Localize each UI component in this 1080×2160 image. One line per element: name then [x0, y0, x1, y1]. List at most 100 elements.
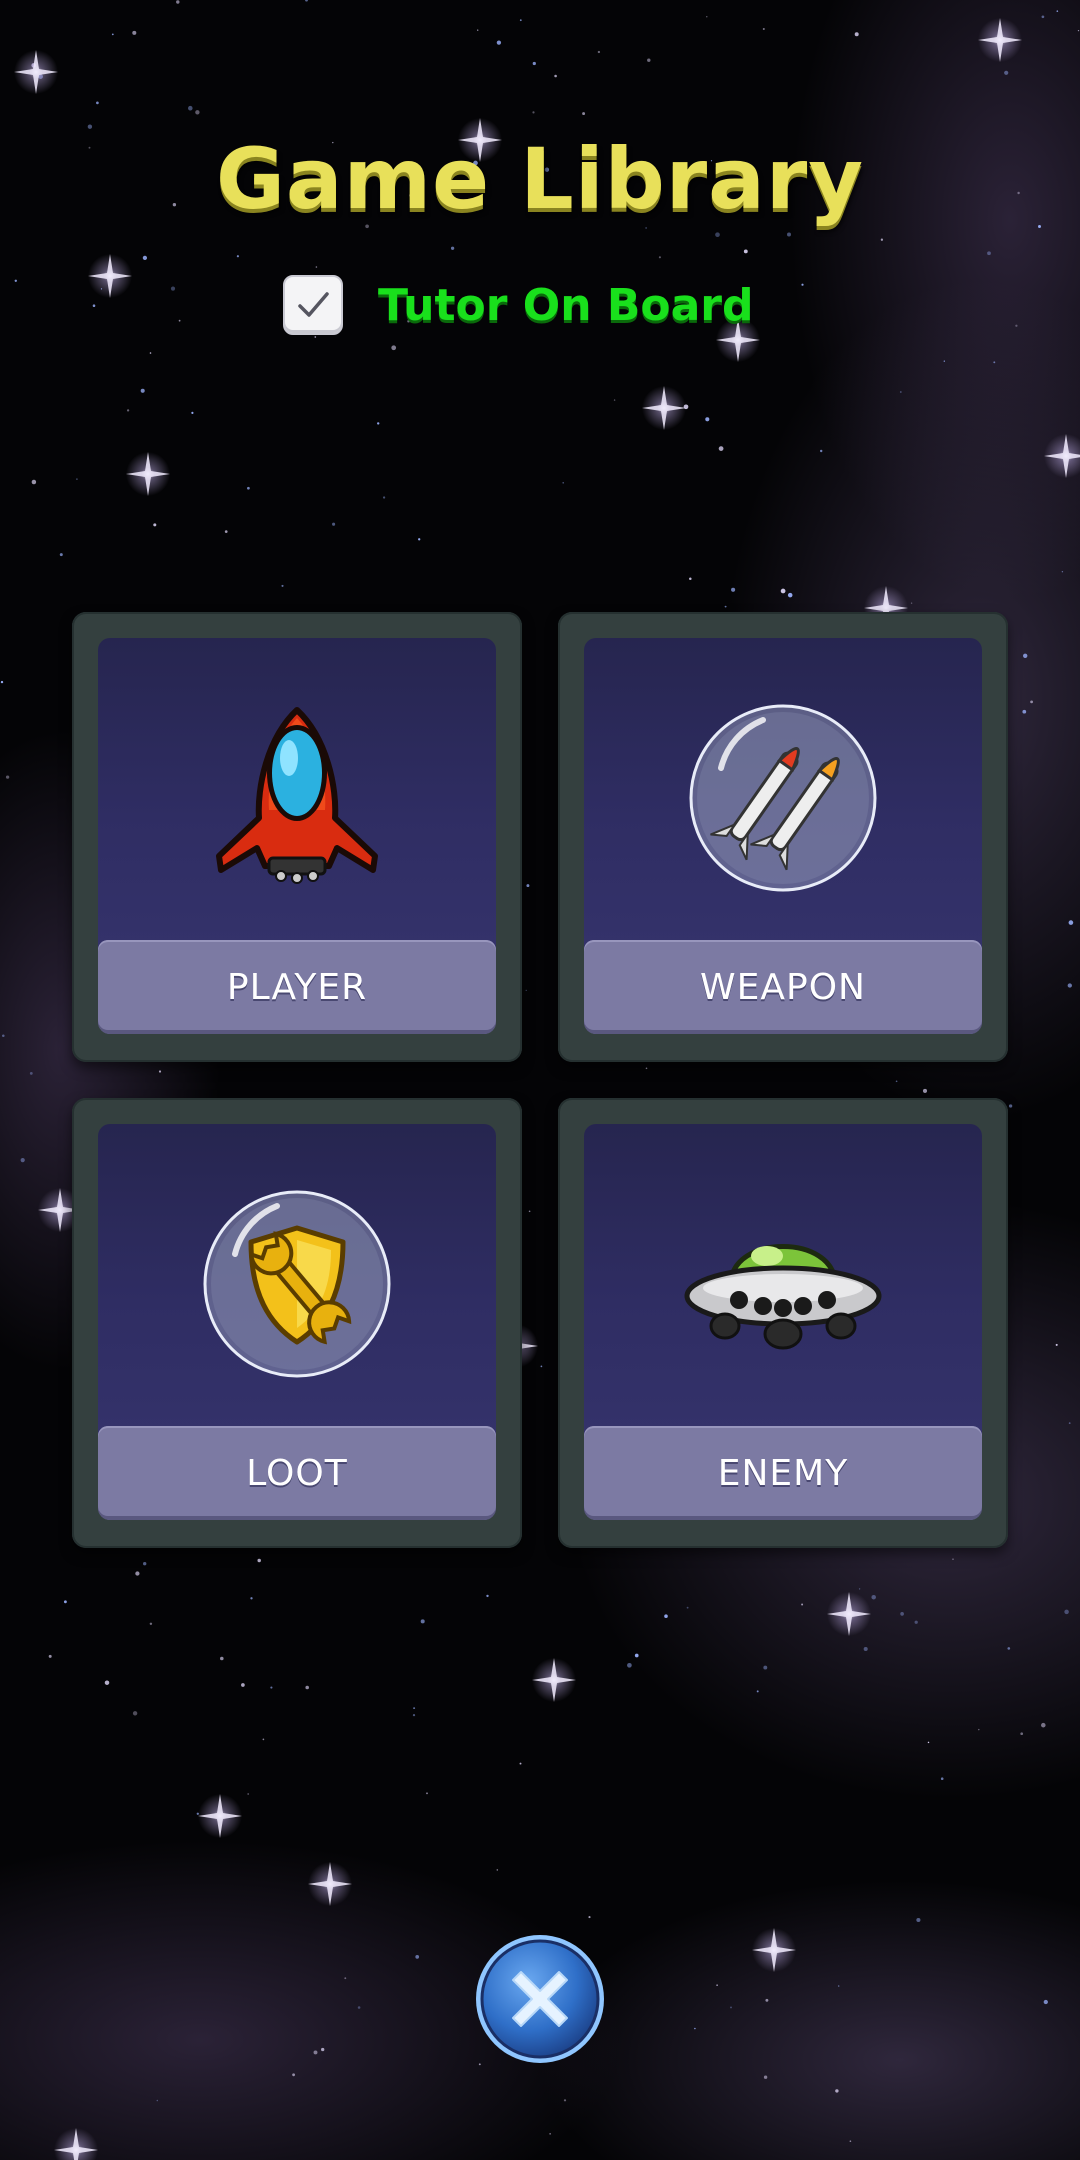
star [270, 1686, 273, 1689]
star [927, 1741, 930, 1744]
star [132, 30, 137, 35]
star [149, 1622, 153, 1626]
star [250, 1597, 253, 1600]
star [224, 530, 228, 533]
star [706, 16, 708, 18]
star [357, 2006, 361, 2009]
star [540, 1365, 543, 1368]
star [780, 588, 786, 594]
tutor-toggle-row[interactable]: Tutor On Board [283, 275, 753, 335]
star [149, 352, 152, 354]
star [763, 2075, 768, 2079]
loot-card[interactable]: LOOT [72, 1098, 522, 1548]
star [716, 1984, 718, 1986]
star [1043, 1999, 1048, 2005]
star [87, 124, 93, 129]
checkmark-icon [298, 292, 329, 317]
star [96, 101, 99, 105]
star [554, 74, 557, 78]
star [863, 1646, 868, 1652]
tutor-label: Tutor On Board [378, 279, 754, 331]
star [292, 2073, 295, 2077]
star [1061, 571, 1064, 573]
star [314, 336, 317, 338]
star [140, 388, 145, 393]
star [1067, 983, 1072, 988]
close-button[interactable] [473, 1932, 607, 2066]
star [76, 478, 78, 480]
star [59, 553, 63, 557]
star [126, 409, 130, 412]
star [48, 1654, 52, 1658]
star [1015, 324, 1018, 327]
star [987, 251, 991, 256]
star [532, 111, 535, 114]
star [525, 989, 527, 992]
sparkle-star [532, 1658, 576, 1702]
star [871, 1594, 876, 1600]
star [916, 1917, 921, 1923]
star [900, 1612, 904, 1616]
star [313, 2050, 318, 2055]
star [519, 19, 522, 22]
sparkle-star [752, 1928, 796, 1972]
star [142, 255, 148, 261]
star [849, 2140, 852, 2143]
star [532, 61, 536, 66]
star [952, 1558, 954, 1560]
sparkle-star [308, 1862, 352, 1906]
star [858, 1588, 861, 1590]
star [801, 283, 804, 286]
star [377, 422, 380, 425]
player-card-panel: PLAYER [98, 638, 496, 1034]
star [943, 360, 945, 362]
star [1068, 920, 1074, 925]
star [418, 538, 421, 541]
star [549, 2133, 551, 2135]
star [597, 50, 601, 54]
star [188, 105, 193, 111]
star [645, 1067, 648, 1070]
star [1064, 1609, 1069, 1615]
sparkle-star [978, 18, 1022, 62]
player-card[interactable]: PLAYER [72, 612, 522, 1062]
sparkle-star [642, 386, 686, 430]
star [1030, 700, 1033, 704]
star [135, 1571, 140, 1576]
star [854, 32, 859, 37]
star [176, 0, 180, 4]
weapon-card[interactable]: WEAPON [558, 612, 1008, 1062]
star [1023, 653, 1028, 658]
sparkle-star [14, 50, 58, 94]
star [170, 286, 176, 291]
star [496, 40, 502, 45]
star [220, 1656, 224, 1661]
star [191, 411, 194, 414]
loot-label: LOOT [246, 1452, 348, 1494]
star [787, 232, 791, 237]
star [1008, 1104, 1013, 1108]
star [420, 1619, 425, 1624]
star [315, 266, 318, 268]
star [730, 2006, 732, 2009]
star [762, 27, 765, 31]
star [526, 884, 530, 888]
star [344, 1977, 347, 1980]
star [922, 1088, 928, 1093]
star [104, 1680, 110, 1685]
star [880, 238, 884, 241]
star [664, 1614, 668, 1618]
loot-label-box: LOOT [98, 1426, 496, 1520]
star [321, 2047, 325, 2052]
star [763, 1665, 768, 1670]
star [563, 2099, 567, 2102]
star [1055, 1343, 1058, 1346]
sparkle-star [88, 254, 132, 298]
star [132, 1711, 138, 1716]
star [281, 584, 284, 587]
enemy-card[interactable]: ENEMY [558, 1098, 1008, 1548]
star [2, 1034, 5, 1038]
star [519, 1762, 522, 1765]
star [634, 1653, 639, 1658]
tutor-checkbox[interactable] [283, 275, 343, 335]
